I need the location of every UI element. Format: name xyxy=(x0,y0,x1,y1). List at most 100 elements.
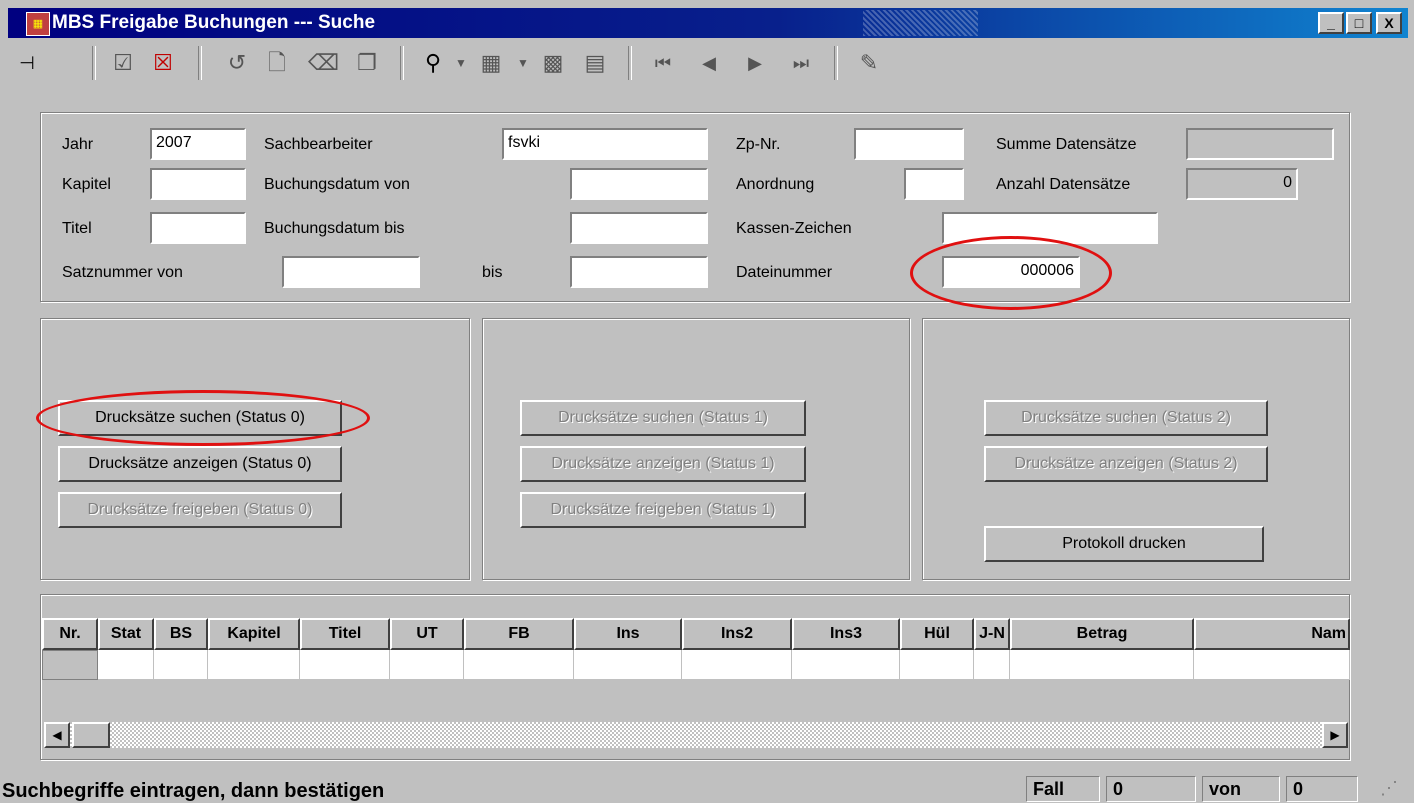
column-header-titel[interactable]: Titel xyxy=(300,618,390,650)
dropdown-arrow-icon[interactable]: ▼ xyxy=(508,48,538,78)
protokoll-drucken-button[interactable]: Protokoll drucken xyxy=(984,526,1264,562)
anordnung-field[interactable] xyxy=(904,168,964,200)
table-alt-icon[interactable]: ▤ xyxy=(580,48,610,78)
table-cell[interactable] xyxy=(154,650,208,680)
column-header-ins3[interactable]: Ins3 xyxy=(792,618,900,650)
minimize-button[interactable]: _ xyxy=(1318,12,1344,34)
dateinummer-field[interactable]: 000006 xyxy=(942,256,1080,288)
resize-grip-icon[interactable]: ⋰ xyxy=(1380,778,1398,799)
column-header-betrag[interactable]: Betrag xyxy=(1010,618,1194,650)
table-cell[interactable] xyxy=(98,650,154,680)
summe-field xyxy=(1186,128,1334,160)
fall-value: 0 xyxy=(1106,776,1196,802)
status-bar: Suchbegriffe eintragen, dann bestätigen … xyxy=(0,770,1414,802)
undo-icon[interactable]: ↺ xyxy=(222,48,252,78)
satznummer-bis-field[interactable] xyxy=(570,256,708,288)
table-cell[interactable] xyxy=(464,650,574,680)
toolbar-separator xyxy=(92,46,96,80)
table-cell[interactable] xyxy=(1010,650,1194,680)
drucksaetze-anzeigen-status0-button[interactable]: Drucksätze anzeigen (Status 0) xyxy=(58,446,342,482)
satznummer-von-field[interactable] xyxy=(282,256,420,288)
column-header-ins2[interactable]: Ins2 xyxy=(682,618,792,650)
table-cell[interactable] xyxy=(900,650,974,680)
table-cell[interactable] xyxy=(974,650,1010,680)
pin-icon[interactable]: ⊣ xyxy=(12,48,42,78)
kapitel-field[interactable] xyxy=(150,168,246,200)
toolbar-separator xyxy=(834,46,838,80)
satznummer-label: Satznummer von xyxy=(62,264,183,281)
buchungsdatum-bis-label: Buchungsdatum bis xyxy=(264,220,405,237)
toolbar-separator xyxy=(198,46,202,80)
first-record-icon[interactable]: ⏮ xyxy=(648,48,678,78)
report-icon[interactable]: ✎ xyxy=(854,48,884,78)
buchungsdatum-von-label: Buchungsdatum von xyxy=(264,176,410,193)
von-label: von xyxy=(1202,776,1280,802)
next-record-icon[interactable]: ▶ xyxy=(740,48,770,78)
column-header-ut[interactable]: UT xyxy=(390,618,464,650)
column-header-stat[interactable]: Stat xyxy=(98,618,154,650)
drucksaetze-anzeigen-status2-button[interactable]: Drucksätze anzeigen (Status 2) xyxy=(984,446,1268,482)
table-icon[interactable]: ▩ xyxy=(538,48,568,78)
zpnr-field[interactable] xyxy=(854,128,964,160)
titel-field[interactable] xyxy=(150,212,246,244)
scroll-thumb[interactable] xyxy=(72,722,110,748)
trash-icon[interactable]: ⌫ xyxy=(308,48,339,78)
drucksaetze-suchen-status2-button[interactable]: Drucksätze suchen (Status 2) xyxy=(984,400,1268,436)
binoculars-icon[interactable]: ⚲ xyxy=(418,48,448,78)
column-header-fb[interactable]: FB xyxy=(464,618,574,650)
last-record-icon[interactable]: ⏭ xyxy=(786,48,816,78)
jahr-field[interactable]: 2007 xyxy=(150,128,246,160)
column-header-kapitel[interactable]: Kapitel xyxy=(208,618,300,650)
scroll-right-icon[interactable]: ▶ xyxy=(1322,722,1348,748)
table-cell[interactable] xyxy=(792,650,900,680)
toolbar-separator xyxy=(628,46,632,80)
table-cell[interactable] xyxy=(1194,650,1350,680)
drucksaetze-freigeben-status0-button[interactable]: Drucksätze freigeben (Status 0) xyxy=(58,492,342,528)
application-window: ▦ MBS Freigabe Buchungen --- Suche _ □ X… xyxy=(0,0,1414,802)
app-icon[interactable]: ▦ xyxy=(26,12,50,36)
window-title: MBS Freigabe Buchungen --- Suche xyxy=(52,12,376,33)
status-message: Suchbegriffe eintragen, dann bestätigen xyxy=(2,780,385,802)
delete-record-icon[interactable]: ☒ xyxy=(148,48,178,78)
kassenzeichen-field[interactable] xyxy=(942,212,1158,244)
von-value: 0 xyxy=(1286,776,1358,802)
copy-icon[interactable]: ❐ xyxy=(352,48,382,78)
buchungsdatum-bis-field[interactable] xyxy=(570,212,708,244)
table-cell[interactable] xyxy=(390,650,464,680)
buchungsdatum-von-field[interactable] xyxy=(570,168,708,200)
previous-record-icon[interactable]: ◀ xyxy=(694,48,724,78)
kapitel-label: Kapitel xyxy=(62,176,111,193)
dropdown-arrow-icon[interactable]: ▼ xyxy=(446,48,476,78)
edit-check-icon[interactable]: ☑ xyxy=(108,48,138,78)
bis-label: bis xyxy=(482,264,503,281)
jahr-label: Jahr xyxy=(62,136,94,153)
column-header-name[interactable]: Nam xyxy=(1194,618,1350,650)
drucksaetze-suchen-status0-button[interactable]: Drucksätze suchen (Status 0) xyxy=(58,400,342,436)
titel-label: Titel xyxy=(62,220,92,237)
grid-icon[interactable]: ▦ xyxy=(476,48,506,78)
column-header-jn[interactable]: J-N xyxy=(974,618,1010,650)
fall-label: Fall xyxy=(1026,776,1100,802)
drucksaetze-freigeben-status1-button[interactable]: Drucksätze freigeben (Status 1) xyxy=(520,492,806,528)
column-header-nr[interactable]: Nr. xyxy=(42,618,98,650)
table-cell[interactable] xyxy=(208,650,300,680)
new-document-icon[interactable]: 🗋 xyxy=(262,48,292,78)
scroll-left-icon[interactable]: ◀ xyxy=(44,722,70,748)
kassenzeichen-label: Kassen-Zeichen xyxy=(736,220,852,237)
table-cell[interactable] xyxy=(574,650,682,680)
column-header-huel[interactable]: Hül xyxy=(900,618,974,650)
table-cell[interactable] xyxy=(300,650,390,680)
horizontal-scrollbar[interactable]: ◀ ▶ xyxy=(44,722,1348,748)
drucksaetze-anzeigen-status1-button[interactable]: Drucksätze anzeigen (Status 1) xyxy=(520,446,806,482)
drucksaetze-suchen-status1-button[interactable]: Drucksätze suchen (Status 1) xyxy=(520,400,806,436)
table-cell[interactable] xyxy=(682,650,792,680)
anzahl-field: 0 xyxy=(1186,168,1298,200)
column-header-bs[interactable]: BS xyxy=(154,618,208,650)
column-header-ins[interactable]: Ins xyxy=(574,618,682,650)
row-indicator[interactable] xyxy=(42,650,98,680)
sachbearbeiter-label: Sachbearbeiter xyxy=(264,136,373,153)
zpnr-label: Zp-Nr. xyxy=(736,136,781,153)
maximize-button[interactable]: □ xyxy=(1346,12,1372,34)
sachbearbeiter-field[interactable]: fsvki xyxy=(502,128,708,160)
close-button[interactable]: X xyxy=(1376,12,1402,34)
